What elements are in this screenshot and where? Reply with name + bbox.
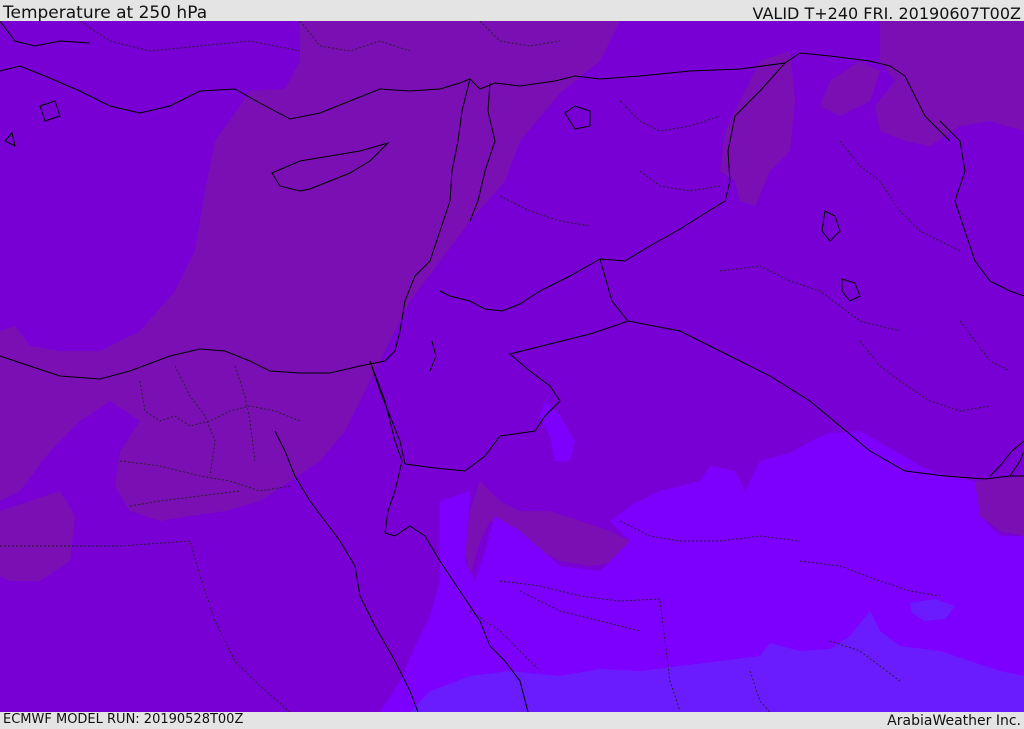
credit-label: ArabiaWeather Inc.: [887, 713, 1021, 729]
valid-time: VALID T+240 FRI. 20190607T00Z: [752, 4, 1021, 23]
map-canvas: [0, 21, 1024, 712]
model-run-label: ECMWF MODEL RUN: 20190528T00Z: [3, 712, 244, 727]
footer-bar: ECMWF MODEL RUN: 20190528T00Z ArabiaWeat…: [0, 712, 1024, 729]
temperature-map: [0, 21, 1024, 712]
header-bar: Temperature at 250 hPa VALID T+240 FRI. …: [0, 0, 1024, 23]
map-title: Temperature at 250 hPa: [3, 3, 208, 23]
